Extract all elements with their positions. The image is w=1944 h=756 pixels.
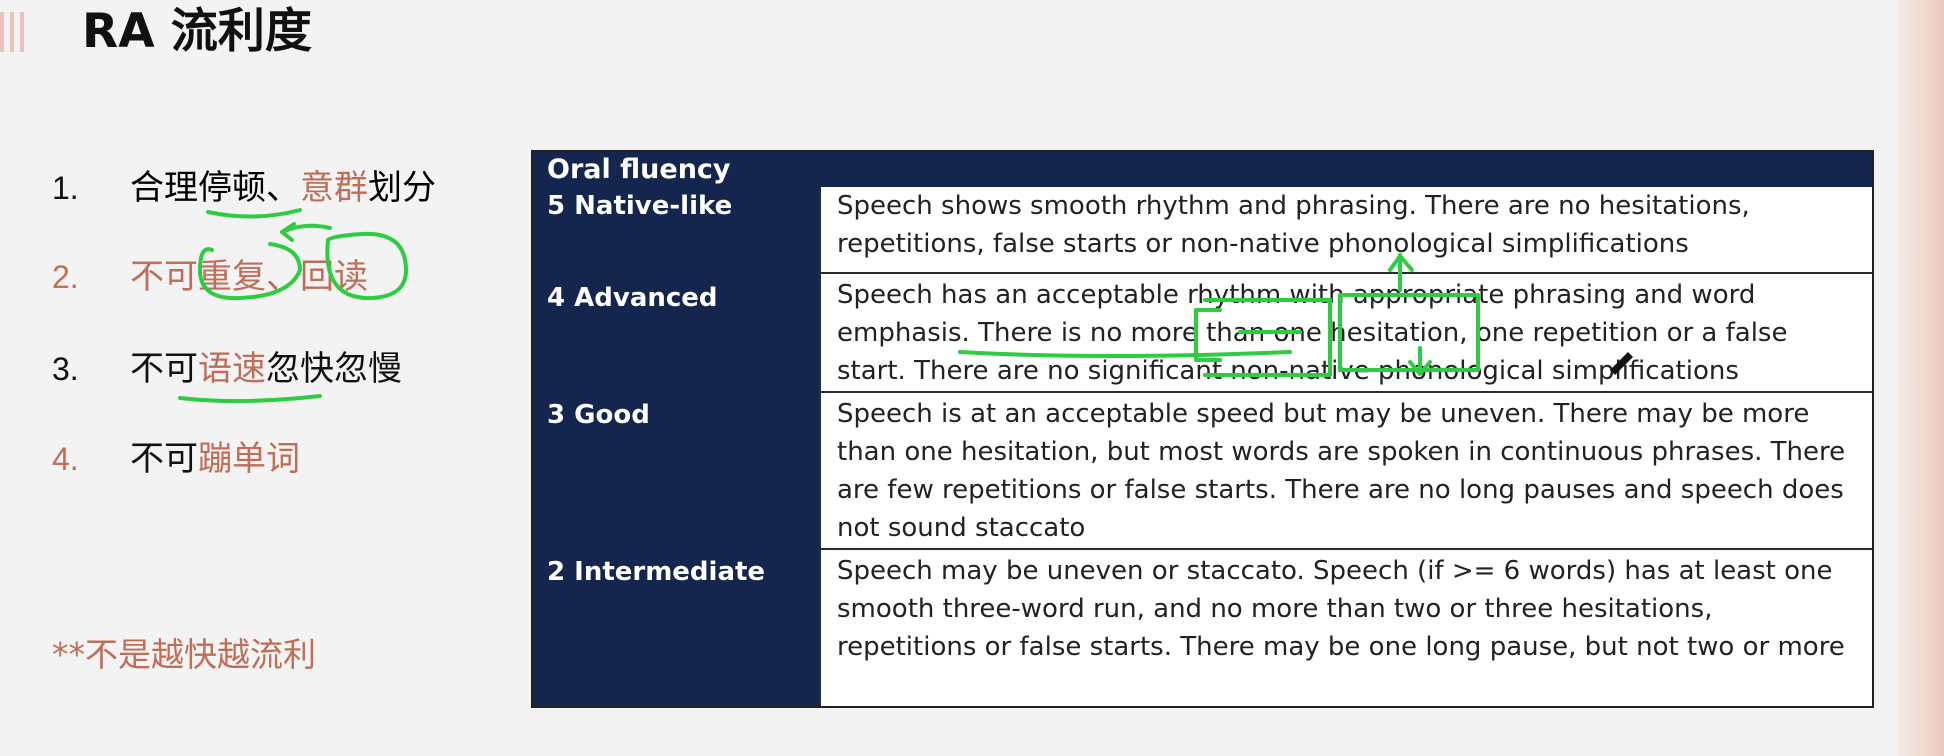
point-4: 4. 不可蹦单词 xyxy=(52,435,300,483)
level-column xyxy=(533,187,821,706)
level-description: Speech has an acceptable rhythm with app… xyxy=(837,280,1788,386)
point-text: 合理 xyxy=(130,168,198,208)
level-description: Speech is at an acceptable speed but may… xyxy=(837,399,1846,543)
point-3: 3. 不可语速忽快忽慢 xyxy=(52,345,402,393)
point-number: 1. xyxy=(52,170,79,206)
point-number: 2. xyxy=(52,259,79,295)
right-edge-decoration xyxy=(1898,0,1944,756)
row-divider xyxy=(821,272,1872,274)
page-title: RA 流利度 xyxy=(82,4,312,59)
point-text: 意群 xyxy=(300,168,368,208)
row-divider xyxy=(821,548,1872,550)
column-divider xyxy=(819,187,821,706)
point-text: 忽快忽慢 xyxy=(266,349,402,389)
point-number: 3. xyxy=(52,351,79,387)
point-text: 、 xyxy=(266,257,300,297)
point-text: 回读 xyxy=(300,257,368,297)
point-text: 重复 xyxy=(198,257,266,297)
footnote: **不是越快越流利 xyxy=(52,635,316,674)
rubric-header: Oral fluency xyxy=(533,152,1872,187)
point-number: 4. xyxy=(52,441,79,477)
title-decoration xyxy=(0,12,40,52)
oral-fluency-rubric-table: Oral fluency 5 Native-like Speech shows … xyxy=(531,150,1874,708)
level-description: Speech shows smooth rhythm and phrasing.… xyxy=(837,191,1750,259)
point-text: 语速 xyxy=(198,349,266,389)
point-2: 2. 不可重复、回读 xyxy=(52,253,368,301)
point-text: 不可 xyxy=(130,349,198,389)
arrow-stroke xyxy=(280,222,332,242)
level-description: Speech may be uneven or staccato. Speech… xyxy=(837,556,1845,662)
underline-stroke xyxy=(178,394,322,404)
point-text: 、 xyxy=(266,168,300,208)
level-label: 5 Native-like xyxy=(547,191,733,221)
point-text: 不可 xyxy=(130,257,198,297)
level-label: 2 Intermediate xyxy=(547,557,766,587)
row-divider xyxy=(821,391,1872,393)
level-label: 4 Advanced xyxy=(547,283,718,313)
level-label: 3 Good xyxy=(547,400,650,430)
point-text: 停顿 xyxy=(198,168,266,208)
point-text: 蹦单词 xyxy=(198,439,300,479)
point-1: 1. 合理停顿、意群划分 xyxy=(52,164,436,212)
point-text: 划分 xyxy=(368,168,436,208)
point-text: 不可 xyxy=(130,439,198,479)
